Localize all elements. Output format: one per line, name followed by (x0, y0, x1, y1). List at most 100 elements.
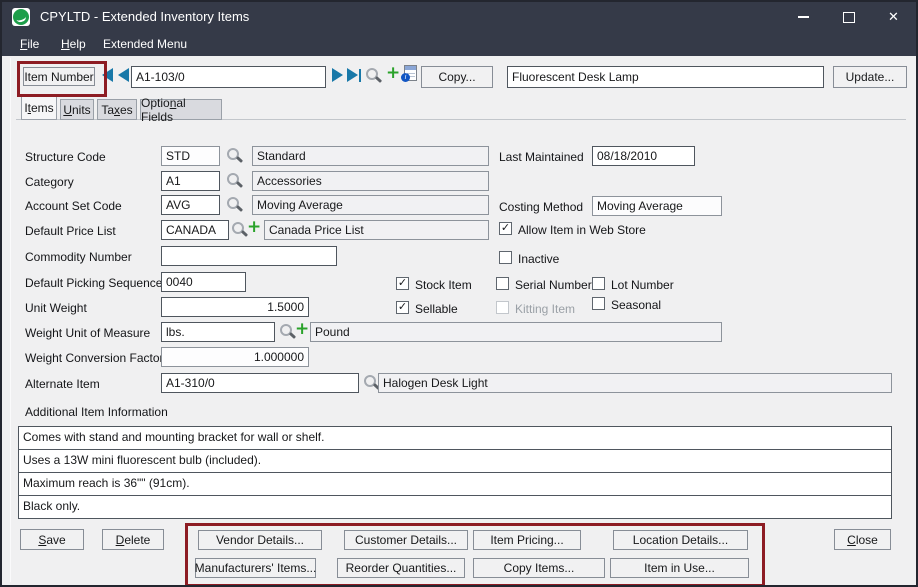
inactive-label: Inactive (518, 252, 559, 266)
nav-last-icon[interactable] (347, 68, 358, 82)
unit-weight-label: Unit Weight (25, 301, 87, 315)
costing-method-label: Costing Method (499, 200, 583, 214)
default-price-list-label: Default Price List (25, 224, 116, 238)
close-button[interactable]: Close (834, 529, 891, 550)
new-icon[interactable]: + (386, 65, 400, 81)
minimize-icon (798, 16, 809, 18)
commodity-number-input[interactable] (161, 246, 337, 266)
default-price-list-new-icon[interactable]: + (247, 219, 261, 235)
drilldown-icon[interactable]: i (404, 65, 417, 81)
alternate-item-label: Alternate Item (25, 377, 100, 391)
vendor-details-button[interactable]: Vendor Details... (198, 530, 322, 550)
alternate-item-input[interactable] (161, 373, 359, 393)
item-number-input[interactable] (131, 66, 326, 88)
menu-file[interactable]: File (20, 37, 39, 51)
account-set-code-description: Moving Average (252, 195, 489, 215)
additional-info-row[interactable]: Uses a 13W mini fluorescent bulb (includ… (18, 449, 892, 473)
item-pricing-button[interactable]: Item Pricing... (473, 530, 581, 550)
tab-optional-fields[interactable]: Optional Fields (140, 99, 222, 120)
weight-unit-of-measure-input[interactable] (161, 322, 275, 342)
menu-bar: File Help Extended Menu (2, 32, 916, 56)
default-price-list-finder-icon[interactable] (231, 222, 247, 238)
sellable-label: Sellable (415, 302, 458, 316)
nav-next-icon[interactable] (332, 68, 343, 82)
location-details-button[interactable]: Location Details... (613, 530, 748, 550)
save-button[interactable]: Save (20, 529, 84, 550)
additional-item-information-label: Additional Item Information (25, 405, 168, 419)
close-icon: ✕ (888, 9, 899, 25)
stock-item-checkbox[interactable]: ✓ (396, 277, 409, 290)
alternate-item-description: Halogen Desk Light (378, 373, 892, 393)
tab-items[interactable]: Items (21, 94, 57, 120)
category-finder-icon[interactable] (226, 173, 242, 189)
copy-items-button[interactable]: Copy Items... (473, 558, 605, 578)
structure-code-label: Structure Code (25, 150, 106, 164)
tab-units[interactable]: Units (60, 99, 94, 120)
lot-number-checkbox[interactable] (592, 277, 605, 290)
unit-weight-input[interactable] (161, 297, 309, 317)
category-label: Category (25, 175, 74, 189)
client-edge (10, 58, 11, 582)
update-button[interactable]: Update... (833, 66, 907, 88)
weight-uom-description: Pound (310, 322, 722, 342)
weight-uom-finder-icon[interactable] (279, 324, 295, 340)
tab-taxes[interactable]: Taxes (97, 99, 137, 120)
item-in-use-button[interactable]: Item in Use... (610, 558, 749, 578)
category-description: Accessories (252, 171, 489, 191)
close-button-titlebar[interactable]: ✕ (871, 2, 916, 32)
last-maintained-label: Last Maintained (499, 150, 584, 164)
account-set-code-finder-icon[interactable] (226, 197, 242, 213)
additional-info-row[interactable]: Comes with stand and mounting bracket fo… (18, 426, 892, 450)
delete-button[interactable]: Delete (102, 529, 164, 550)
lot-number-label: Lot Number (611, 278, 674, 292)
menu-extended-menu[interactable]: Extended Menu (103, 37, 187, 51)
maximize-icon (843, 12, 855, 23)
additional-info-row[interactable]: Black only. (18, 495, 892, 519)
seasonal-label: Seasonal (611, 298, 661, 312)
serial-number-checkbox[interactable] (496, 277, 509, 290)
manufacturers-items-button[interactable]: Manufacturers' Items... (195, 558, 316, 578)
category-input[interactable] (161, 171, 220, 191)
commodity-number-label: Commodity Number (25, 250, 132, 264)
inactive-checkbox[interactable] (499, 251, 512, 264)
menu-help[interactable]: Help (61, 37, 86, 51)
app-icon (12, 8, 30, 26)
item-description-input[interactable] (507, 66, 824, 88)
kitting-item-checkbox (496, 301, 509, 314)
app-window: CPYLTD - Extended Inventory Items ✕ File… (0, 0, 918, 587)
default-picking-sequence-label: Default Picking Sequence (25, 276, 162, 290)
sellable-checkbox[interactable]: ✓ (396, 301, 409, 314)
last-maintained-input[interactable] (592, 146, 695, 166)
seasonal-checkbox[interactable] (592, 297, 605, 310)
nav-last-bar (359, 69, 361, 82)
structure-code-input[interactable] (161, 146, 220, 166)
allow-web-store-label: Allow Item in Web Store (518, 223, 646, 237)
title-bar: CPYLTD - Extended Inventory Items ✕ (2, 2, 916, 32)
alternate-item-finder-icon[interactable] (363, 375, 379, 391)
maximize-button[interactable] (826, 2, 871, 32)
account-set-code-input[interactable] (161, 195, 220, 215)
kitting-item-label: Kitting Item (515, 302, 575, 316)
costing-method-value: Moving Average (592, 196, 722, 216)
nav-first-icon[interactable] (102, 68, 113, 82)
copy-button[interactable]: Copy... (421, 66, 493, 88)
default-picking-sequence-input[interactable] (161, 272, 246, 292)
item-number-button[interactable]: Item Number (23, 67, 95, 86)
weight-conversion-factor-label: Weight Conversion Factor (25, 351, 164, 365)
structure-code-finder-icon[interactable] (226, 148, 242, 164)
customer-details-button[interactable]: Customer Details... (344, 530, 468, 550)
weight-unit-of-measure-label: Weight Unit of Measure (25, 326, 150, 340)
allow-web-store-checkbox[interactable]: ✓ (499, 222, 512, 235)
nav-previous-icon[interactable] (118, 68, 129, 82)
stock-item-label: Stock Item (415, 278, 472, 292)
account-set-code-label: Account Set Code (25, 199, 122, 213)
minimize-button[interactable] (781, 2, 826, 32)
weight-conversion-factor-input[interactable] (161, 347, 309, 367)
default-price-list-description: Canada Price List (264, 220, 489, 240)
default-price-list-input[interactable] (161, 220, 229, 240)
window-title: CPYLTD - Extended Inventory Items (40, 9, 249, 24)
additional-info-row[interactable]: Maximum reach is 36"" (91cm). (18, 472, 892, 496)
finder-icon[interactable] (365, 68, 381, 84)
weight-uom-new-icon[interactable]: + (295, 321, 309, 337)
reorder-quantities-button[interactable]: Reorder Quantities... (337, 558, 465, 578)
